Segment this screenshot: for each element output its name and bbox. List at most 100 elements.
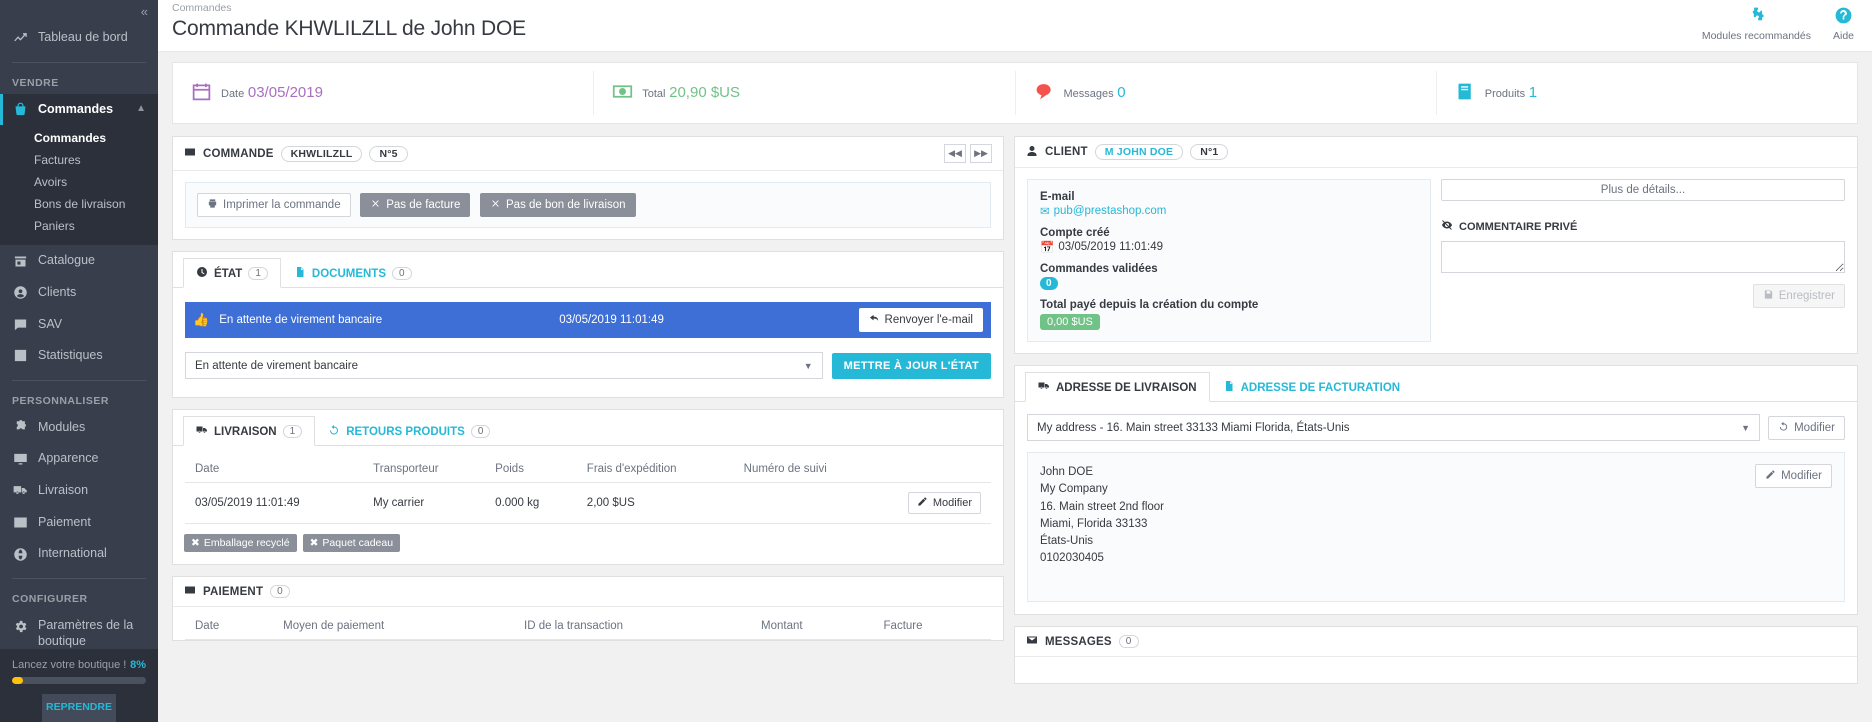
address-select[interactable]: My address - 16. Main street 33133 Miami…: [1027, 414, 1761, 441]
hand-icon: 👍: [193, 312, 210, 327]
recommended-modules-label: Modules recommandés: [1701, 30, 1811, 42]
tab-livraison-address-label: ADRESSE DE LIVRAISON: [1056, 381, 1197, 394]
tab-etat[interactable]: ÉTAT 1: [183, 258, 281, 288]
sidebar-item-modules[interactable]: Modules: [0, 412, 158, 444]
customer-email[interactable]: ✉ pub@prestashop.com: [1040, 204, 1418, 218]
sidebar-item-catalogue[interactable]: Catalogue: [0, 245, 158, 277]
order-kpi-bar: Date 03/05/2019 Total 20,90 $US Messages…: [172, 62, 1858, 124]
sidebar-onboarding-footer: Lancez votre boutique ! 8% REPRENDRE: [0, 649, 158, 722]
tab-adresse-facturation[interactable]: ADRESSE DE FACTURATION: [1210, 372, 1414, 402]
col-frais: Frais d'expédition: [576, 456, 734, 483]
content-columns: COMMANDE KHWLILZLL N°5 ◀◀ ▶▶ Imprimer la…: [158, 124, 1872, 695]
messages-card-body: [1015, 657, 1857, 683]
edit-shipping-button[interactable]: Modifier: [907, 492, 981, 514]
sidebar-item-label: Clients: [38, 284, 77, 299]
col-montant: Montant: [751, 613, 874, 640]
sidebar-subitem-avoirs[interactable]: Avoirs: [0, 171, 158, 193]
address-box: John DOE My Company 16. Main street 2nd …: [1027, 452, 1845, 602]
pencil-icon: [917, 496, 928, 510]
page-title: Commande KHWLILZLL de John DOE: [172, 17, 526, 40]
recommended-modules-button[interactable]: Modules recommandés: [1702, 6, 1811, 42]
sidebar-divider-1: [12, 61, 146, 63]
address-card: ADRESSE DE LIVRAISON ADRESSE DE FACTURAT…: [1014, 365, 1858, 615]
sidebar-item-clients[interactable]: Clients: [0, 277, 158, 309]
file-icon: [294, 266, 306, 281]
sidebar-subitem-commandes[interactable]: Commandes: [0, 127, 158, 149]
status-select[interactable]: En attente de virement bancaire ▼: [185, 352, 823, 379]
kpi-produits: Produits 1: [1437, 71, 1857, 115]
main-content: Commandes Commande KHWLILZLL de John DOE…: [158, 0, 1872, 722]
tab-retours-label: RETOURS PRODUITS: [346, 425, 465, 438]
sidebar-item-international[interactable]: International: [0, 538, 158, 570]
sidebar-subitem-paniers[interactable]: Paniers: [0, 215, 158, 237]
edit-address-button[interactable]: Modifier: [1755, 464, 1832, 488]
address-select-value: My address - 16. Main street 33133 Miami…: [1037, 421, 1350, 434]
sidebar-subitem-bons-de-livraison[interactable]: Bons de livraison: [0, 193, 158, 215]
tag-label: Emballage recyclé: [203, 537, 290, 549]
sidebar-item-label: Statistiques: [38, 348, 103, 363]
left-column: COMMANDE KHWLILZLL N°5 ◀◀ ▶▶ Imprimer la…: [172, 136, 1004, 695]
resend-email-button[interactable]: Renvoyer l'e-mail: [858, 308, 983, 332]
sidebar-collapse-button[interactable]: «: [0, 0, 158, 22]
sidebar-item-sav[interactable]: SAV: [0, 309, 158, 341]
more-details-button[interactable]: Plus de détails...: [1441, 179, 1845, 201]
payment-card: PAIEMENT 0 Date Moyen de paiement ID de …: [172, 576, 1004, 641]
update-status-button[interactable]: METTRE À JOUR L'ÉTAT: [831, 352, 991, 379]
sidebar-item-label: SAV: [38, 316, 63, 331]
private-note-textarea[interactable]: [1441, 241, 1845, 273]
help-button[interactable]: Aide: [1833, 6, 1854, 42]
save-private-note-button[interactable]: Enregistrer: [1752, 284, 1845, 308]
sidebar-divider-2: [12, 379, 146, 381]
address-line: 0102030405: [1040, 552, 1104, 565]
kpi-date: Date 03/05/2019: [173, 71, 595, 115]
tag-recycled-packaging[interactable]: ✖ Emballage recyclé: [184, 534, 297, 552]
col-date: Date: [185, 613, 274, 640]
total-paid-badge: 0,00 $US: [1040, 314, 1100, 330]
order-status-row: 👍 En attente de virement bancaire 03/05/…: [185, 302, 991, 338]
tag-gift-wrap[interactable]: ✖ Paquet cadeau: [302, 534, 401, 552]
change-address-button[interactable]: Modifier: [1768, 415, 1845, 440]
order-number-pill: N°5: [369, 145, 408, 162]
order-status-card: ÉTAT 1 DOCUMENTS 0 👍 En attente de virem…: [172, 251, 1004, 398]
refresh-icon: [1778, 421, 1789, 435]
envelope-icon: ✉: [1040, 206, 1050, 218]
kpi-label: Messages: [1063, 87, 1114, 100]
onboarding-progress-bar: [12, 677, 146, 684]
sidebar-item-label: International: [38, 546, 107, 561]
tab-retours-produits[interactable]: RETOURS PRODUITS 0: [315, 416, 503, 446]
address-line: 16. Main street 2nd floor: [1040, 500, 1165, 513]
customer-info-box: E-mail ✉ pub@prestashop.com Compte créé …: [1027, 179, 1431, 342]
sidebar-section-personnaliser: PERSONNALISER: [12, 394, 109, 407]
sidebar-item-statistiques[interactable]: Statistiques: [0, 340, 158, 372]
sidebar-subitem-factures[interactable]: Factures: [0, 149, 158, 171]
sidebar-item-livraison[interactable]: Livraison: [0, 475, 158, 507]
sidebar-item-commandes[interactable]: Commandes ▲: [0, 93, 158, 126]
customer-name-pill: M JOHN DOE: [1094, 144, 1184, 160]
tab-livraison[interactable]: LIVRAISON 1: [183, 416, 316, 446]
kpi-value: 1: [1528, 83, 1538, 101]
resend-email-label: Renvoyer l'e-mail: [884, 314, 973, 326]
globe-icon: [12, 547, 29, 562]
status-tab-body: 👍 En attente de virement bancaire 03/05/…: [173, 288, 1003, 397]
shipping-tabs: LIVRAISON 1 RETOURS PRODUITS 0: [173, 416, 1003, 446]
print-order-button[interactable]: Imprimer la commande: [197, 193, 351, 217]
money-icon: [612, 81, 633, 105]
address-lines: John DOE My Company 16. Main street 2nd …: [1040, 464, 1832, 568]
sidebar-item-paiement[interactable]: Paiement: [0, 507, 158, 539]
tab-facturation-address-label: ADRESSE DE FACTURATION: [1240, 381, 1401, 394]
tab-adresse-livraison[interactable]: ADRESSE DE LIVRAISON: [1025, 372, 1210, 402]
no-delivery-slip-button[interactable]: Pas de bon de livraison: [480, 193, 636, 217]
onboarding-resume-button[interactable]: REPRENDRE: [42, 694, 116, 722]
previous-order-button[interactable]: ◀◀: [944, 144, 966, 163]
no-invoice-label: Pas de facture: [386, 199, 461, 211]
next-order-button[interactable]: ▶▶: [970, 144, 992, 163]
customer-card: CLIENT M JOHN DOE N°1 E-mail ✉ pub@prest…: [1014, 136, 1858, 354]
sidebar-item-dashboard[interactable]: Tableau de bord: [0, 22, 158, 54]
order-status-date: 03/05/2019 11:01:49: [559, 314, 664, 326]
address-line: Miami, Florida 33133: [1040, 517, 1148, 530]
user-icon: [1026, 145, 1038, 160]
sidebar-item-apparence[interactable]: Apparence: [0, 443, 158, 475]
tab-documents[interactable]: DOCUMENTS 0: [281, 258, 425, 288]
no-invoice-button[interactable]: Pas de facture: [360, 193, 471, 217]
customer-card-title: CLIENT: [1045, 146, 1088, 158]
